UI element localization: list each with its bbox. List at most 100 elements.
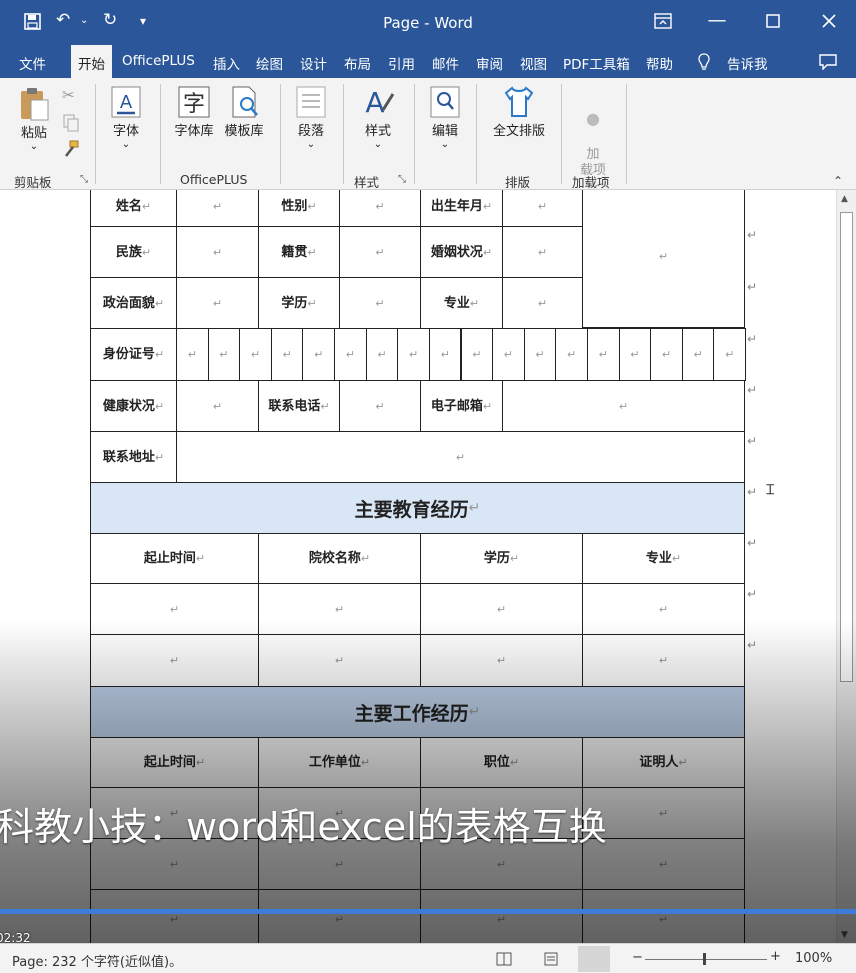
id-digit-cell[interactable]: ↵: [555, 328, 588, 381]
table-row[interactable]: ↵: [90, 889, 259, 943]
id-digit-cells[interactable]: ↵ ↵ ↵ ↵ ↵ ↵ ↵ ↵ ↵ ↵ ↵ ↵ ↵ ↵ ↵ ↵ ↵ ↵: [176, 328, 746, 381]
table-row[interactable]: ↵: [90, 634, 259, 687]
tab-file[interactable]: 文件: [19, 53, 46, 73]
styles-group-label: 样式: [354, 175, 380, 190]
id-digit-cell[interactable]: ↵: [334, 328, 367, 381]
id-digit-cell[interactable]: ↵: [618, 328, 652, 381]
edu-header-major: 专业 ↵: [582, 533, 745, 584]
cut-icon[interactable]: ✂: [62, 86, 75, 104]
tab-draw[interactable]: 绘图: [256, 53, 283, 73]
close-icon[interactable]: [821, 13, 837, 29]
tab-officeplus[interactable]: OfficePLUS: [122, 53, 195, 69]
font-button[interactable]: A 字体 ⌄: [104, 84, 148, 150]
marital-value-cell[interactable]: ↵: [502, 226, 583, 278]
gender-value-cell[interactable]: ↵: [339, 190, 421, 227]
id-digit-cell[interactable]: ↵: [713, 328, 746, 381]
table-row[interactable]: ↵: [258, 583, 421, 635]
id-digit-cell[interactable]: ↵: [176, 328, 209, 381]
address-value-cell[interactable]: ↵: [176, 431, 745, 483]
zoom-slider[interactable]: [645, 959, 767, 960]
health-value-cell[interactable]: ↵: [176, 380, 259, 432]
web-layout-icon[interactable]: [578, 946, 610, 972]
ethnicity-value-cell[interactable]: ↵: [176, 226, 259, 278]
id-digit-cell[interactable]: ↵: [492, 328, 525, 381]
copy-icon[interactable]: [63, 114, 79, 132]
table-row[interactable]: ↵: [420, 583, 583, 635]
maximize-icon[interactable]: [766, 14, 780, 28]
template-library-button[interactable]: 模板库: [220, 84, 268, 139]
print-layout-icon[interactable]: [544, 952, 558, 966]
full-layout-button[interactable]: 全文排版: [486, 84, 552, 139]
name-value-cell[interactable]: ↵: [176, 190, 259, 227]
full-layout-label: 全文排版: [492, 124, 545, 139]
id-digit-cell[interactable]: ↵: [397, 328, 430, 381]
clipboard-launcher-icon[interactable]: ⤡: [80, 174, 88, 185]
id-digit-cell[interactable]: ↵: [207, 328, 241, 381]
email-value-cell[interactable]: ↵: [502, 380, 745, 432]
styles-icon: A: [365, 86, 395, 119]
phone-value-cell[interactable]: ↵: [339, 380, 421, 432]
id-digit-cell[interactable]: ↵: [239, 328, 272, 381]
tab-help[interactable]: 帮助: [646, 53, 673, 73]
vertical-scrollbar[interactable]: ▲ ▼: [836, 190, 856, 943]
styles-launcher-icon[interactable]: ⤡: [398, 174, 406, 185]
native-place-value-cell[interactable]: ↵: [339, 226, 421, 278]
id-digit-cell[interactable]: ↵: [460, 328, 494, 381]
tab-design[interactable]: 设计: [300, 53, 327, 73]
comments-icon[interactable]: [818, 53, 838, 70]
collapse-ribbon-icon[interactable]: ⌃: [833, 174, 843, 188]
editing-button[interactable]: 编辑 ⌄: [424, 84, 466, 150]
tab-view[interactable]: 视图: [520, 53, 547, 73]
table-row[interactable]: ↵: [582, 634, 745, 687]
zoom-in-icon[interactable]: +: [770, 949, 781, 964]
scroll-down-icon[interactable]: ▼: [841, 930, 848, 940]
id-digit-cell[interactable]: ↵: [302, 328, 336, 381]
styles-button[interactable]: A 样式 ⌄: [355, 84, 401, 150]
tab-review[interactable]: 审阅: [476, 53, 503, 73]
tab-home[interactable]: 开始: [71, 45, 112, 78]
word-count-status[interactable]: Page: 232 个字符(近似值)。: [12, 951, 182, 970]
table-row[interactable]: ↵: [582, 889, 745, 943]
paragraph-button[interactable]: 段落 ⌄: [290, 84, 332, 150]
major-value-cell[interactable]: ↵: [502, 277, 583, 329]
format-painter-icon[interactable]: [62, 140, 80, 158]
table-row[interactable]: ↵: [258, 634, 421, 687]
officeplus-group-label: OfficePLUS: [180, 172, 248, 187]
table-row[interactable]: ↵: [420, 889, 583, 943]
birth-value-cell[interactable]: ↵: [502, 190, 583, 227]
zoom-level[interactable]: 100%: [795, 951, 832, 966]
title-bar: ↶ ⌄ ↻ ▾ Page - Word —: [0, 0, 856, 44]
tab-mailings[interactable]: 邮件: [432, 53, 459, 73]
tell-me-search[interactable]: 告诉我: [727, 53, 768, 73]
id-digit-cell[interactable]: ↵: [270, 328, 304, 381]
table-row[interactable]: ↵: [258, 889, 421, 943]
political-value-cell[interactable]: ↵: [176, 277, 259, 329]
layout-group-label: 排版: [505, 175, 531, 190]
education-value-cell[interactable]: ↵: [339, 277, 421, 329]
table-row[interactable]: ↵: [582, 583, 745, 635]
id-digit-cell[interactable]: ↵: [681, 328, 715, 381]
scroll-up-icon[interactable]: ▲: [841, 194, 848, 204]
tab-insert[interactable]: 插入: [213, 53, 240, 73]
editing-label: 编辑: [431, 124, 458, 139]
table-row[interactable]: ↵: [90, 583, 259, 635]
zoom-slider-handle[interactable]: [703, 953, 706, 965]
video-progress-bar[interactable]: [0, 909, 856, 914]
id-digit-cell[interactable]: ↵: [428, 328, 462, 381]
table-row[interactable]: ↵: [420, 634, 583, 687]
ribbon-display-options-icon[interactable]: [654, 13, 672, 29]
tab-references[interactable]: 引用: [388, 53, 415, 73]
zoom-out-icon[interactable]: −: [632, 950, 643, 965]
read-mode-icon[interactable]: [496, 952, 512, 966]
scroll-thumb[interactable]: [840, 212, 853, 682]
photo-cell[interactable]: ↵: [582, 190, 745, 328]
id-digit-cell[interactable]: ↵: [523, 328, 557, 381]
minimize-icon[interactable]: —: [697, 9, 737, 31]
id-digit-cell[interactable]: ↵: [586, 328, 620, 381]
id-digit-cell[interactable]: ↵: [650, 328, 683, 381]
paste-button[interactable]: 粘贴 ⌄: [12, 86, 56, 152]
id-digit-cell[interactable]: ↵: [365, 328, 399, 381]
font-library-button[interactable]: 字 字体库: [170, 84, 218, 139]
tab-layout[interactable]: 布局: [344, 53, 371, 73]
tab-pdf-tools[interactable]: PDF工具箱: [563, 53, 630, 73]
